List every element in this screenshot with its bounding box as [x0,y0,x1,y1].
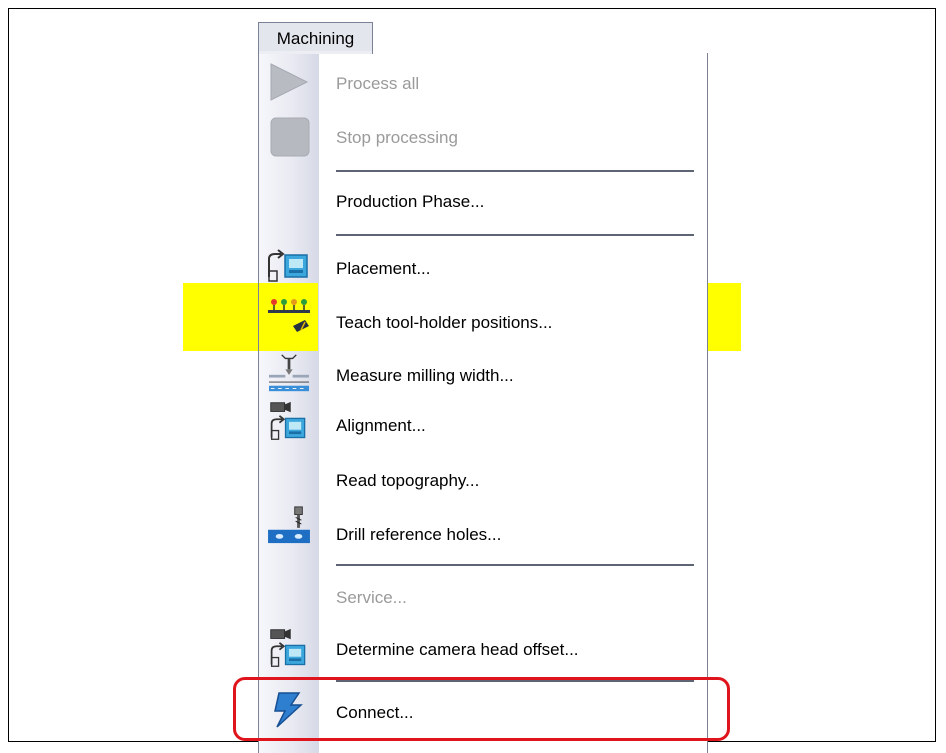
drill-icon [268,506,310,544]
tool-holder-teach-icon [268,299,310,332]
milling-width-icon [269,354,309,392]
alignment-camera-icon [270,401,306,440]
stop-icon [270,117,310,157]
menu-separator [336,234,694,236]
menu-item-determine-camera-head-offset[interactable]: Determine camera head offset... [336,640,579,660]
connect-callout-outline [233,677,730,741]
menu-item-stop-processing[interactable]: Stop processing [336,128,458,148]
menu-item-placement[interactable]: Placement... [336,259,431,279]
menu-machining[interactable]: Machining [258,22,373,54]
menu-item-process-all[interactable]: Process all [336,74,419,94]
menu-item-production-phase[interactable]: Production Phase... [336,192,484,212]
menu-item-alignment[interactable]: Alignment... [336,416,426,436]
menu-item-service[interactable]: Service... [336,588,407,608]
menu-separator [336,564,694,566]
menu-item-measure-milling-width[interactable]: Measure milling width... [336,366,514,386]
menu-item-teach-tool-holder-positions[interactable]: Teach tool-holder positions... [336,313,552,333]
menu-item-read-topography[interactable]: Read topography... [336,471,479,491]
camera-offset-icon [270,628,306,667]
menu-separator [336,170,694,172]
placement-icon [268,249,308,282]
menu-item-drill-reference-holes[interactable]: Drill reference holes... [336,525,501,545]
menu-tab-join [259,51,372,54]
play-icon [270,63,309,101]
